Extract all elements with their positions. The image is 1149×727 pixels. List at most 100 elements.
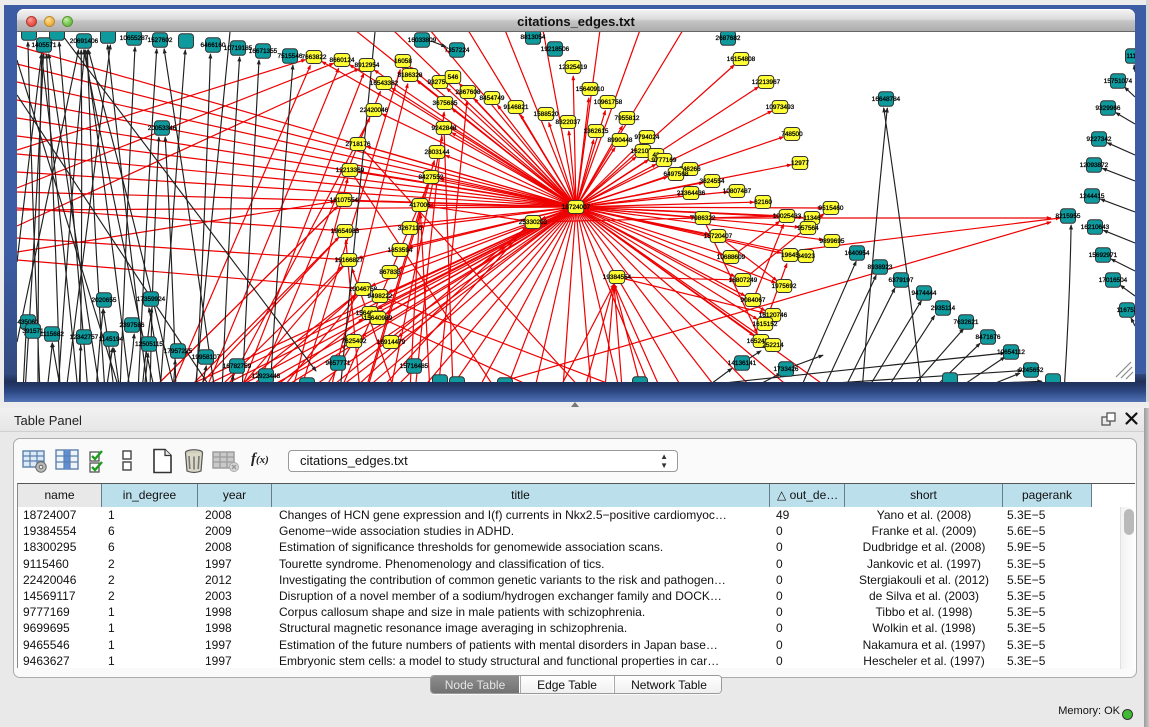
svg-text:7357224: 7357224 bbox=[445, 47, 470, 54]
svg-text:15716485: 15716485 bbox=[400, 363, 429, 370]
svg-text:16648784: 16648784 bbox=[872, 96, 901, 103]
svg-text:2718176: 2718176 bbox=[346, 141, 371, 148]
svg-text:9899695: 9899695 bbox=[820, 238, 845, 245]
svg-text:16210643: 16210643 bbox=[1081, 224, 1110, 231]
svg-text:16914479: 16914479 bbox=[377, 339, 406, 346]
svg-text:12505115: 12505115 bbox=[135, 341, 163, 348]
svg-text:7986322: 7986322 bbox=[691, 215, 716, 222]
svg-text:15751074: 15751074 bbox=[1104, 78, 1133, 85]
svg-text:8938923: 8938923 bbox=[868, 264, 893, 271]
svg-text:16782759: 16782759 bbox=[223, 363, 252, 370]
svg-text:8215955: 8215955 bbox=[1056, 213, 1081, 220]
svg-text:9242848: 9242848 bbox=[432, 125, 457, 132]
svg-text:1115682: 1115682 bbox=[40, 331, 64, 338]
svg-text:9777169: 9777169 bbox=[652, 157, 677, 164]
svg-text:417006: 417006 bbox=[409, 202, 431, 209]
svg-text:12342757: 12342757 bbox=[70, 334, 99, 341]
svg-text:9146821: 9146821 bbox=[504, 104, 529, 111]
svg-text:1640954: 1640954 bbox=[845, 250, 870, 257]
svg-text:1975692: 1975692 bbox=[772, 283, 797, 290]
svg-text:3624554: 3624554 bbox=[700, 178, 725, 185]
svg-text:22420046: 22420046 bbox=[360, 107, 389, 114]
svg-text:6379197: 6379197 bbox=[889, 277, 914, 284]
svg-text:19958107: 19958107 bbox=[192, 354, 221, 361]
svg-text:1112: 1112 bbox=[1126, 53, 1135, 60]
svg-text:9245652: 9245652 bbox=[1019, 367, 1044, 374]
svg-text:8990448: 8990448 bbox=[608, 137, 633, 144]
svg-text:1588520: 1588520 bbox=[534, 111, 559, 118]
svg-text:10688609: 10688609 bbox=[717, 254, 746, 261]
svg-text:8471676: 8471676 bbox=[976, 334, 1001, 341]
svg-text:116753: 116753 bbox=[1117, 307, 1135, 314]
svg-text:2020655: 2020655 bbox=[92, 297, 117, 304]
svg-text:16543382: 16543382 bbox=[370, 80, 399, 87]
svg-text:7632621: 7632621 bbox=[954, 319, 979, 326]
svg-text:19654983: 19654983 bbox=[331, 228, 360, 235]
svg-text:12093872: 12093872 bbox=[1080, 162, 1109, 169]
svg-text:10654112: 10654112 bbox=[997, 349, 1025, 356]
svg-text:8186328: 8186328 bbox=[398, 72, 423, 79]
svg-text:20691406: 20691406 bbox=[70, 38, 99, 45]
svg-text:15692971: 15692971 bbox=[1089, 252, 1118, 259]
svg-text:6466160: 6466160 bbox=[201, 42, 226, 49]
svg-text:12325419: 12325419 bbox=[559, 64, 588, 71]
svg-text:15720407: 15720407 bbox=[704, 233, 733, 240]
svg-text:748500: 748500 bbox=[781, 131, 803, 138]
svg-text:62160: 62160 bbox=[754, 199, 772, 206]
svg-text:15640989: 15640989 bbox=[364, 315, 393, 322]
svg-text:25330203: 25330203 bbox=[519, 219, 548, 226]
svg-text:3267110: 3267110 bbox=[398, 225, 423, 232]
svg-text:15640910: 15640910 bbox=[576, 86, 605, 93]
svg-text:17359924: 17359924 bbox=[137, 296, 166, 303]
svg-text:1145194: 1145194 bbox=[99, 336, 124, 343]
svg-text:12977: 12977 bbox=[791, 160, 809, 167]
svg-text:2803144: 2803144 bbox=[425, 149, 450, 156]
svg-text:12213967: 12213967 bbox=[752, 79, 781, 86]
svg-text:1615152: 1615152 bbox=[753, 321, 778, 328]
svg-text:8660124: 8660124 bbox=[330, 57, 355, 64]
svg-text:18724007: 18724007 bbox=[562, 204, 591, 211]
svg-text:17957225: 17957225 bbox=[164, 348, 193, 355]
svg-text:10807487: 10807487 bbox=[723, 188, 752, 195]
svg-text:2687682: 2687682 bbox=[716, 35, 741, 42]
svg-text:9329966: 9329966 bbox=[1096, 105, 1121, 112]
svg-text:2397586: 2397586 bbox=[120, 322, 145, 329]
svg-text:957564: 957564 bbox=[797, 225, 819, 232]
svg-text:16671355: 16671355 bbox=[249, 48, 278, 55]
svg-text:8454749: 8454749 bbox=[480, 95, 505, 102]
svg-text:16107554: 16107554 bbox=[330, 197, 359, 204]
svg-text:34923: 34923 bbox=[797, 253, 815, 260]
svg-text:8427552: 8427552 bbox=[419, 174, 444, 181]
svg-text:2935114: 2935114 bbox=[931, 305, 956, 312]
svg-text:1244415: 1244415 bbox=[1080, 193, 1105, 200]
svg-text:546: 546 bbox=[448, 74, 459, 81]
svg-text:8912954: 8912954 bbox=[355, 62, 380, 69]
svg-text:21364436: 21364436 bbox=[677, 190, 706, 197]
svg-text:16033809: 16033809 bbox=[408, 37, 437, 44]
svg-text:8813054: 8813054 bbox=[521, 34, 546, 41]
svg-text:1353594: 1353594 bbox=[388, 247, 413, 254]
svg-text:3675685: 3675685 bbox=[433, 100, 458, 107]
svg-text:252214: 252214 bbox=[762, 342, 784, 349]
svg-text:9474444: 9474444 bbox=[912, 290, 937, 297]
svg-text:12213369: 12213369 bbox=[336, 167, 365, 174]
svg-text:10961758: 10961758 bbox=[594, 99, 623, 106]
svg-text:9657771: 9657771 bbox=[326, 360, 351, 367]
svg-text:18807249: 18807249 bbox=[729, 277, 758, 284]
svg-text:19166827: 19166827 bbox=[335, 257, 364, 264]
svg-text:9498222: 9498222 bbox=[368, 293, 393, 300]
svg-text:7515546: 7515546 bbox=[278, 53, 303, 60]
svg-text:6497568: 6497568 bbox=[664, 171, 689, 178]
svg-text:9227342: 9227342 bbox=[1087, 136, 1112, 143]
svg-text:1527602: 1527602 bbox=[148, 37, 173, 44]
svg-text:10973493: 10973493 bbox=[766, 104, 795, 111]
svg-text:10025433: 10025433 bbox=[773, 213, 802, 220]
svg-text:16058: 16058 bbox=[394, 58, 412, 65]
svg-text:19218506: 19218506 bbox=[541, 46, 570, 53]
svg-text:2867608: 2867608 bbox=[456, 89, 481, 96]
svg-text:14136141: 14136141 bbox=[728, 360, 757, 367]
svg-text:7625402: 7625402 bbox=[342, 338, 367, 345]
svg-text:17016504: 17016504 bbox=[1099, 277, 1128, 284]
svg-text:7955812: 7955812 bbox=[615, 115, 640, 122]
svg-text:8322037: 8322037 bbox=[556, 119, 581, 126]
